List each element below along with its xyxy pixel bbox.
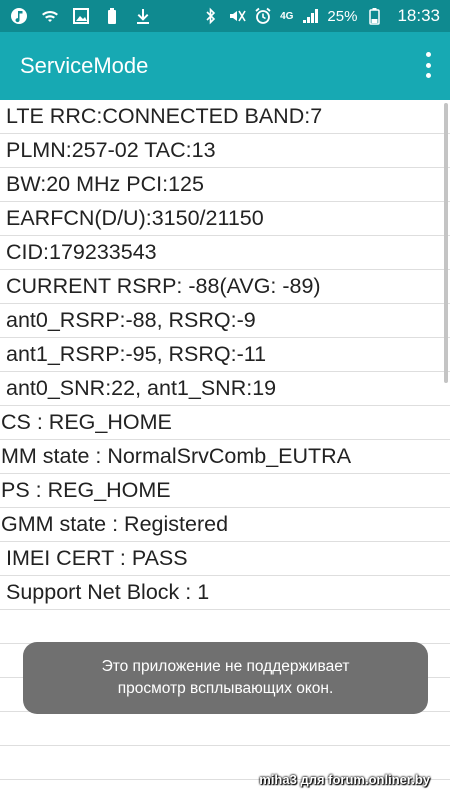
wifi-call-icon	[41, 7, 59, 25]
list-item[interactable]: BW:20 MHz PCI:125	[0, 168, 450, 202]
battery-icon	[365, 7, 383, 25]
list-item[interactable]: GMM state : Registered	[0, 508, 450, 542]
bluetooth-icon	[202, 7, 220, 25]
list-item[interactable]: PS : REG_HOME	[0, 474, 450, 508]
list-item[interactable]: Support Net Block : 1	[0, 576, 450, 610]
list-item[interactable]: EARFCN(D/U):3150/21150	[0, 202, 450, 236]
toast-line-2: просмотр всплывающих окон.	[117, 680, 334, 697]
list-item[interactable]: PLMN:257-02 TAC:13	[0, 134, 450, 168]
list-item[interactable]: ant0_SNR:22, ant1_SNR:19	[0, 372, 450, 406]
list-item[interactable]: CURRENT RSRP: -88(AVG: -89)	[0, 270, 450, 304]
app-title: ServiceMode	[20, 53, 149, 78]
app-bar: ServiceMode	[0, 32, 450, 100]
scrollbar[interactable]	[444, 103, 448, 383]
gallery-icon	[72, 7, 90, 25]
list-item[interactable]: CID:179233543	[0, 236, 450, 270]
music-note-icon	[10, 7, 28, 25]
system-icons: 4G 25% 18:33	[202, 6, 440, 26]
clock: 18:33	[397, 6, 440, 25]
list-item[interactable]	[0, 610, 450, 644]
mute-icon	[228, 7, 246, 25]
alarm-icon	[254, 7, 272, 25]
list-item[interactable]	[0, 712, 450, 746]
toast-line-1: Это приложение не поддерживает	[101, 658, 350, 675]
network-type-label: 4G	[280, 10, 294, 22]
battery-saver-icon	[103, 7, 121, 25]
watermark: miha3 для forum.onliner.by	[259, 772, 430, 787]
list-item[interactable]: MM state : NormalSrvComb_EUTRA	[0, 440, 450, 474]
list-item[interactable]: LTE RRC:CONNECTED BAND:7	[0, 100, 450, 134]
list-item[interactable]: ant0_RSRP:-88, RSRQ:-9	[0, 304, 450, 338]
list-item[interactable]: IMEI CERT : PASS	[0, 542, 450, 576]
more-vert-icon[interactable]	[424, 52, 432, 78]
download-icon	[134, 7, 152, 25]
list-item[interactable]: ant1_RSRP:-95, RSRQ:-11	[0, 338, 450, 372]
list-item[interactable]: CS : REG_HOME	[0, 406, 450, 440]
notification-icons	[10, 7, 152, 25]
signal-icon	[301, 7, 319, 25]
status-bar: 4G 25% 18:33	[0, 0, 450, 32]
battery-percent: 25%	[327, 7, 358, 25]
toast-message: Это приложение не поддерживает просмотр …	[23, 642, 428, 714]
